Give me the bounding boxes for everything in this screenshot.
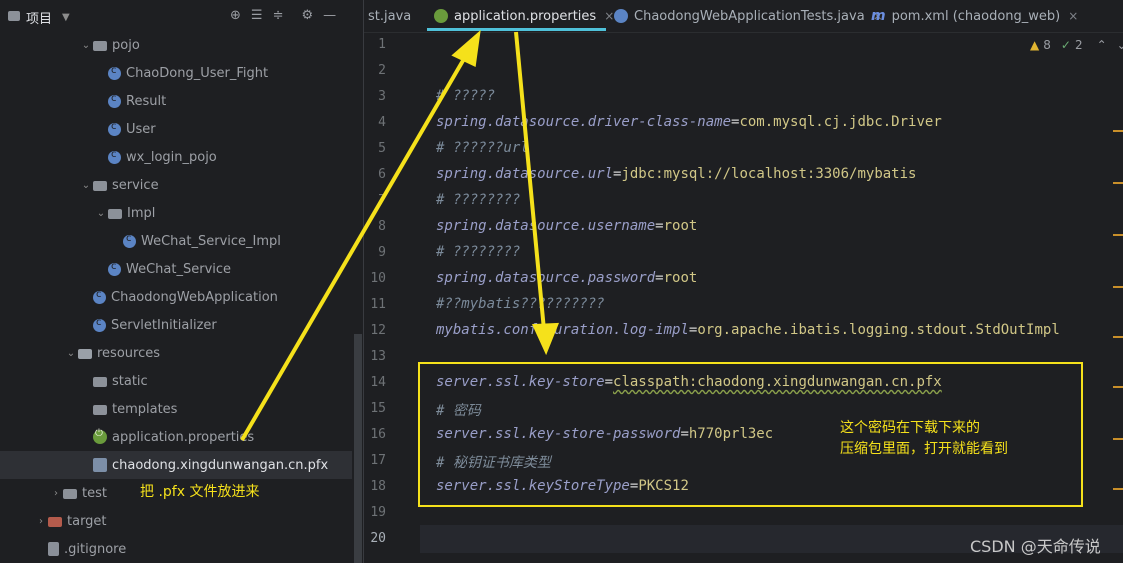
annotation-arrows — [240, 29, 560, 442]
watermark: CSDN @天命传说 — [970, 537, 1101, 556]
arrow-head — [531, 322, 560, 356]
annotation-password-line2: 压缩包里面，打开就能看到 — [840, 441, 1008, 457]
arrow-pfx-to-tab — [240, 50, 470, 442]
annotation-password-line1: 这个密码在下载下来的 — [840, 420, 980, 436]
arrow-head — [451, 29, 481, 67]
annotation-put-pfx: 把 .pfx 文件放进来 — [140, 484, 260, 500]
arrow-tab-to-code — [514, 31, 546, 331]
